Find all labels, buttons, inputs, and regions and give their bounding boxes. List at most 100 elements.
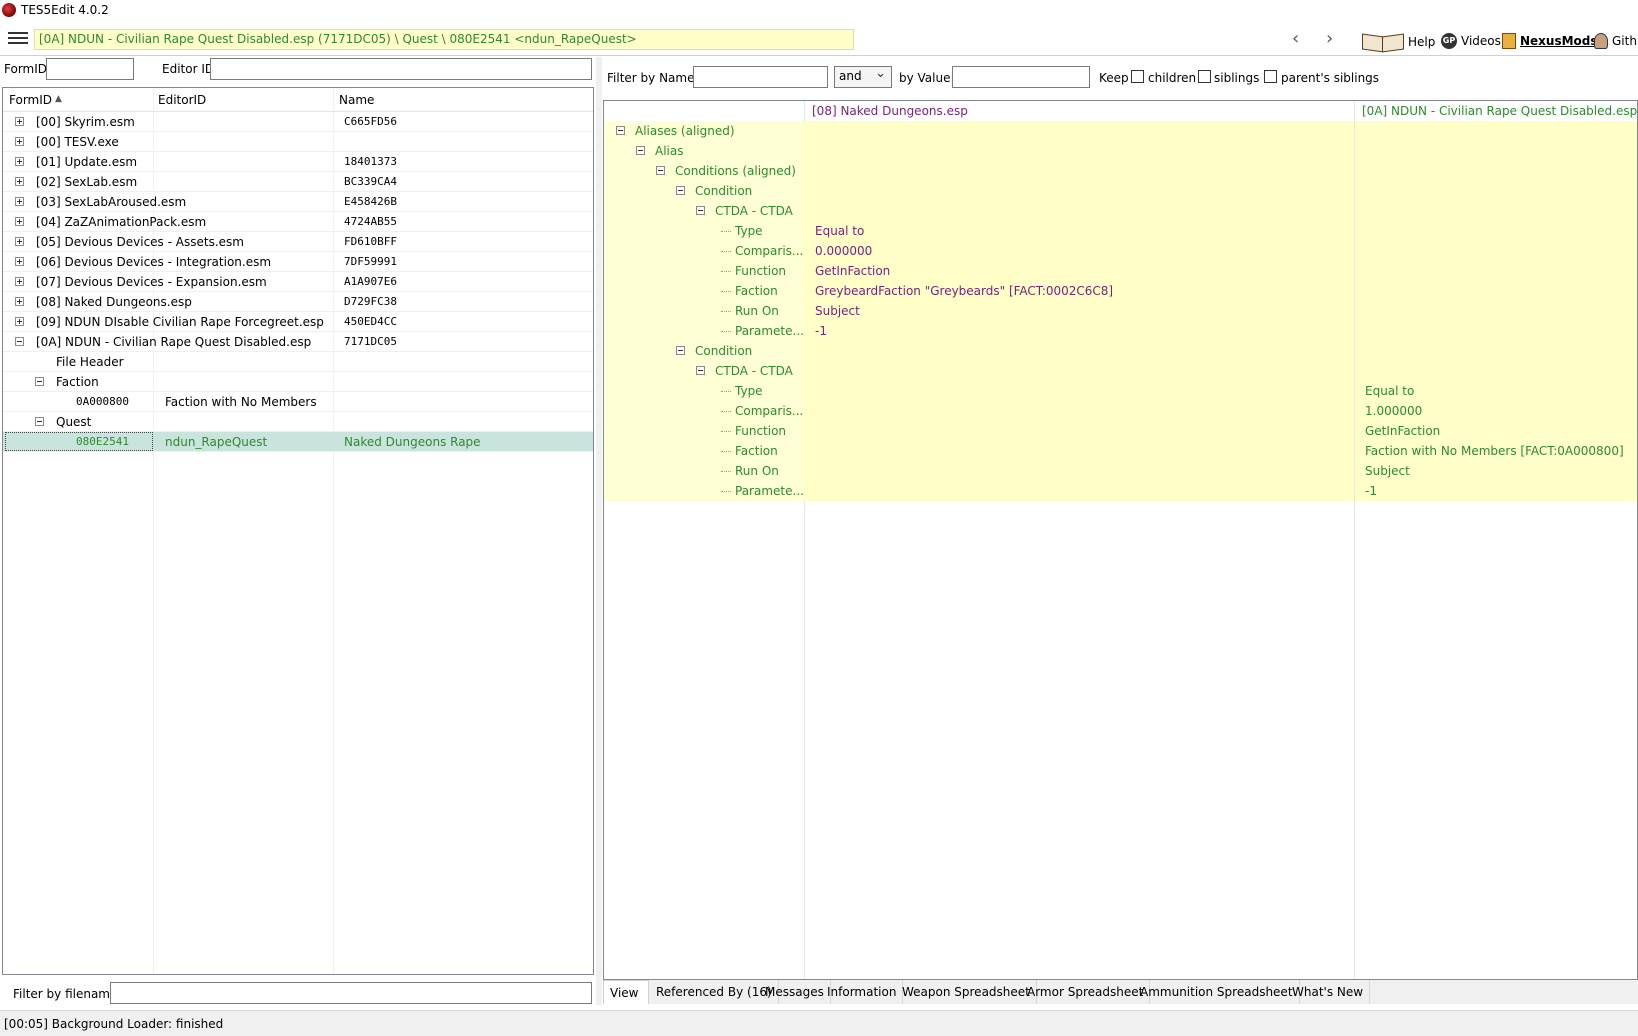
collapse-icon[interactable]	[616, 126, 625, 135]
tab-information[interactable]: Information	[821, 980, 904, 1004]
collapse-icon[interactable]	[656, 166, 665, 175]
tree-row[interactable]: 0A000800 Faction with No Members	[3, 392, 593, 412]
tree-row[interactable]: [0A] NDUN - Civilian Rape Quest Disabled…	[3, 332, 593, 352]
github-button[interactable]: Gith	[1594, 33, 1637, 49]
editorid-input[interactable]	[210, 58, 592, 80]
expand-icon[interactable]	[15, 317, 24, 326]
view-row[interactable]: Function GetInFaction	[604, 421, 1637, 441]
collapse-icon[interactable]	[636, 146, 645, 155]
tab-weapon-spreadsheet[interactable]: Weapon Spreadsheet	[896, 980, 1037, 1004]
view-row[interactable]: Faction GreybeardFaction "Greybeards" [F…	[604, 281, 1637, 301]
view-row[interactable]: Paramete... -1	[604, 481, 1637, 501]
collapse-icon[interactable]	[696, 206, 705, 215]
tree-row[interactable]: [02] SexLab.esm BC339CA4	[3, 172, 593, 192]
filter-name-label: Filter by Name:	[607, 71, 699, 85]
collapse-icon[interactable]	[696, 366, 705, 375]
plugin-tree[interactable]: FormID ▲ EditorID Name [00] Skyrim.esm C…	[2, 87, 594, 975]
status-bar: [00:05] Background Loader: finished	[0, 1010, 1638, 1036]
status-text: [00:05] Background Loader: finished	[4, 1017, 224, 1031]
videos-button[interactable]: GP Videos	[1441, 33, 1501, 49]
tree-row[interactable]: [01] Update.esm 18401373	[3, 152, 593, 172]
tree-row[interactable]: [04] ZaZAnimationPack.esm 4724AB55	[3, 212, 593, 232]
column-editorid[interactable]: EditorID	[158, 93, 206, 107]
view-row[interactable]: Conditions (aligned)	[604, 161, 1637, 181]
collapse-icon[interactable]	[35, 417, 44, 426]
collapse-icon[interactable]	[676, 346, 685, 355]
tab-ammunition-spreadsheet[interactable]: Ammunition Spreadsheet	[1134, 980, 1300, 1004]
by-value-input[interactable]	[952, 66, 1090, 88]
tree-row[interactable]: [08] Naked Dungeons.esp D729FC38	[3, 292, 593, 312]
back-arrow-icon[interactable]: ‹	[1292, 28, 1299, 49]
view-row[interactable]: Run On Subject	[604, 461, 1637, 481]
help-button[interactable]: Help	[1362, 33, 1435, 51]
tree-row[interactable]: Faction	[3, 372, 593, 392]
filename-filter-bar: Filter by filename:	[0, 981, 596, 1005]
tab-whats-new[interactable]: What's New	[1286, 980, 1371, 1004]
editorid-label: Editor ID	[162, 62, 215, 76]
sort-ascending-icon: ▲	[55, 94, 62, 104]
view-row[interactable]: Run On Subject	[604, 301, 1637, 321]
view-row[interactable]: Comparis... 0.000000	[604, 241, 1637, 261]
tree-row[interactable]: [09] NDUN DIsable Civilian Rape Forcegre…	[3, 312, 593, 332]
view-row[interactable]: Function GetInFaction	[604, 261, 1637, 281]
tree-row[interactable]: [03] SexLabAroused.esm E458426B	[3, 192, 593, 212]
filename-filter-label: Filter by filename:	[13, 987, 122, 1001]
tree-row[interactable]: [07] Devious Devices - Expansion.esm A1A…	[3, 272, 593, 292]
pane-splitter[interactable]	[596, 57, 602, 1005]
expand-icon[interactable]	[15, 117, 24, 126]
view-row[interactable]: Type Equal to	[604, 381, 1637, 401]
tab-view[interactable]: View	[603, 980, 649, 1004]
view-row[interactable]: Faction Faction with No Members [FACT:0A…	[604, 441, 1637, 461]
view-row[interactable]: CTDA - CTDA	[604, 201, 1637, 221]
expand-icon[interactable]	[15, 157, 24, 166]
children-checkbox[interactable]	[1131, 70, 1144, 83]
tree-row[interactable]: [06] Devious Devices - Integration.esm 7…	[3, 252, 593, 272]
expand-icon[interactable]	[15, 197, 24, 206]
expand-icon[interactable]	[15, 297, 24, 306]
github-icon	[1594, 33, 1608, 49]
nexusmods-button[interactable]: NexusMods	[1502, 33, 1598, 49]
tree-row-selected[interactable]: 080E2541 ndun_RapeQuest Naked Dungeons R…	[3, 432, 593, 452]
expand-icon[interactable]	[15, 257, 24, 266]
tree-row[interactable]: File Header	[3, 352, 593, 372]
view-row[interactable]: Comparis... 1.000000	[604, 401, 1637, 421]
parents-siblings-checkbox[interactable]	[1264, 70, 1277, 83]
view-row[interactable]: CTDA - CTDA	[604, 361, 1637, 381]
github-label: Gith	[1612, 34, 1637, 48]
filename-filter-input[interactable]	[110, 982, 592, 1004]
view-row[interactable]: Condition	[604, 341, 1637, 361]
view-row[interactable]: Paramete... -1	[604, 321, 1637, 341]
menu-icon[interactable]	[8, 32, 28, 46]
expand-icon[interactable]	[15, 177, 24, 186]
siblings-checkbox[interactable]	[1198, 70, 1211, 83]
tree-row[interactable]: [00] Skyrim.esm C665FD56	[3, 112, 593, 132]
view-row[interactable]: Aliases (aligned)	[604, 121, 1637, 141]
tree-row[interactable]: Quest	[3, 412, 593, 432]
collapse-icon[interactable]	[35, 377, 44, 386]
expand-icon[interactable]	[15, 237, 24, 246]
filter-name-input[interactable]	[693, 66, 828, 88]
expand-icon[interactable]	[15, 217, 24, 226]
expand-icon[interactable]	[15, 277, 24, 286]
view-row[interactable]: Type Equal to	[604, 221, 1637, 241]
collapse-icon[interactable]	[15, 337, 24, 346]
record-path-field[interactable]: [0A] NDUN - Civilian Rape Quest Disabled…	[34, 29, 854, 50]
expand-icon[interactable]	[15, 137, 24, 146]
nexusmods-icon	[1502, 33, 1516, 49]
tab-armor-spreadsheet[interactable]: Armor Spreadsheet	[1021, 980, 1151, 1004]
nexusmods-label: NexusMods	[1520, 34, 1598, 48]
record-view-tree[interactable]: [08] Naked Dungeons.esp [0A] NDUN - Civi…	[603, 100, 1638, 980]
forward-arrow-icon[interactable]: ›	[1326, 28, 1333, 49]
tree-row[interactable]: [05] Devious Devices - Assets.esm FD610B…	[3, 232, 593, 252]
column-formid[interactable]: FormID	[9, 93, 52, 107]
collapse-icon[interactable]	[676, 186, 685, 195]
column-header-a[interactable]: [08] Naked Dungeons.esp	[812, 104, 968, 118]
column-header-b[interactable]: [0A] NDUN - Civilian Rape Quest Disabled…	[1362, 104, 1637, 118]
view-row[interactable]: Alias	[604, 141, 1637, 161]
column-name[interactable]: Name	[339, 93, 374, 107]
view-row[interactable]: Condition	[604, 181, 1637, 201]
book-icon	[1362, 33, 1404, 51]
tree-row[interactable]: [00] TESV.exe	[3, 132, 593, 152]
formid-input[interactable]	[46, 58, 134, 80]
operator-select[interactable]: and	[834, 66, 892, 88]
